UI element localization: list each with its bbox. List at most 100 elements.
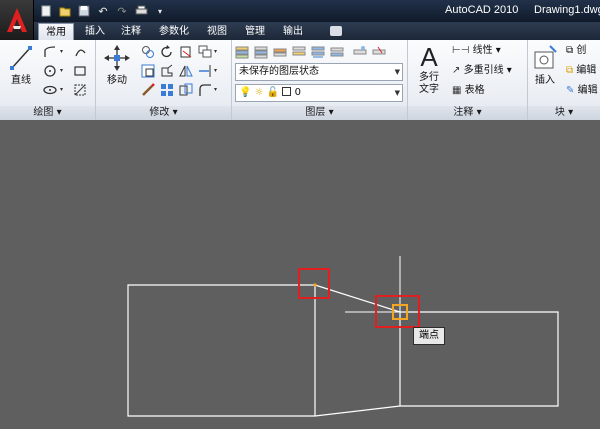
linear-dimension-button[interactable]: ⊢⊣ 线性 ▾	[452, 44, 501, 58]
table-button[interactable]: ▦ 表格	[452, 84, 485, 98]
application-menu-button[interactable]	[0, 0, 34, 40]
table-label: 表格	[464, 85, 485, 96]
autocad-logo-icon	[7, 8, 27, 32]
fillet-icon[interactable]	[197, 82, 213, 98]
layer-state-dropdown[interactable]: 未保存的图层状态 ▼	[235, 63, 403, 81]
tab-annotate[interactable]: 注释	[114, 23, 148, 40]
create-block-icon: ⧉	[566, 45, 574, 56]
edit-block-button[interactable]: ⧉ 编辑	[566, 64, 596, 78]
hatch-icon[interactable]	[72, 82, 88, 98]
layer-off-icon[interactable]	[371, 44, 387, 60]
multileader-button[interactable]: ↗ 多重引线 ▾	[452, 64, 512, 78]
layer-properties-icon[interactable]	[234, 44, 250, 60]
offset-icon[interactable]	[178, 82, 194, 98]
undo-icon[interactable]: ↶	[95, 3, 111, 19]
insert-block-icon	[534, 45, 557, 69]
new-icon[interactable]	[38, 3, 54, 19]
edit-block-icon: ⧉	[566, 65, 574, 76]
copy-clip-icon[interactable]	[197, 44, 213, 60]
chevron-down-icon: ▼	[394, 89, 400, 97]
layer-previous-icon[interactable]	[253, 44, 269, 60]
extend-icon[interactable]	[197, 63, 213, 79]
copy-icon[interactable]	[140, 44, 156, 60]
panel-annotation: A 多行 文字 ⊢⊣ 线性 ▾ ↗ 多重引线 ▾ ▦ 表格 注释 ▾	[408, 40, 528, 120]
ribbon-minimize-icon[interactable]	[330, 26, 342, 36]
insert-block-button[interactable]: 插入	[530, 44, 560, 87]
trim-icon[interactable]	[178, 44, 194, 60]
move-button[interactable]: 移动	[102, 44, 132, 87]
ellipse-dropdown-icon[interactable]: ▾	[60, 86, 63, 93]
line-icon	[10, 46, 32, 70]
panel-draw: 直线 ▾ ▾ ▾ 绘图 ▾	[0, 40, 96, 120]
line-button[interactable]: 直线	[6, 44, 36, 87]
layer-isolate-icon[interactable]	[272, 44, 288, 60]
edit-attributes-button[interactable]: ✎ 编辑	[566, 84, 598, 98]
panel-title-draw[interactable]: 绘图 ▾	[0, 106, 95, 120]
tab-home[interactable]: 常用	[38, 23, 74, 40]
erase-icon[interactable]	[140, 82, 156, 98]
layer-change-icon[interactable]	[329, 44, 345, 60]
panel-title-modify[interactable]: 修改 ▾	[96, 106, 231, 120]
layer-unisolate-icon[interactable]	[291, 44, 307, 60]
layer-color-swatch	[282, 87, 292, 96]
arc-icon[interactable]	[72, 44, 88, 60]
layer-match-icon[interactable]	[310, 44, 326, 60]
edit-attributes-label: 编辑	[577, 85, 598, 96]
lightbulb-icon: 💡	[239, 87, 252, 98]
tab-manage[interactable]: 管理	[238, 23, 272, 40]
block-panel-title: 块	[554, 107, 565, 118]
polyline-icon[interactable]	[42, 44, 58, 60]
mtext-button[interactable]: A 多行 文字	[412, 42, 446, 96]
layer-freeze-icon[interactable]	[352, 44, 368, 60]
tab-insert[interactable]: 插入	[78, 23, 112, 40]
redo-icon[interactable]: ↷	[114, 3, 130, 19]
multileader-label: 多重引线	[463, 65, 504, 76]
title-bar: ↶ ↷ ▾ AutoCAD 2010 Drawing1.dwg	[0, 0, 600, 22]
plot-icon[interactable]	[133, 3, 149, 19]
polyline-dropdown-icon[interactable]: ▾	[60, 48, 63, 55]
mtext-icon: A	[420, 42, 438, 72]
scale-icon[interactable]	[159, 63, 175, 79]
chevron-down-icon: ▼	[394, 68, 400, 76]
circle-dropdown-icon[interactable]: ▾	[60, 67, 63, 74]
insert-label: 插入	[535, 75, 555, 86]
quick-access-toolbar: ↶ ↷ ▾	[38, 3, 168, 19]
stretch-icon[interactable]	[140, 63, 156, 79]
panel-title-annotation[interactable]: 注释 ▾	[408, 106, 527, 120]
ellipse-icon[interactable]	[42, 82, 58, 98]
tab-view[interactable]: 视图	[200, 23, 234, 40]
save-icon[interactable]	[76, 3, 92, 19]
ribbon: 直线 ▾ ▾ ▾ 绘图 ▾ 移动 ▾ ▾ ▾ 修改 ▾ 未保存的图层状态 ▼ 💡…	[0, 40, 600, 120]
drawing-canvas[interactable]	[0, 121, 600, 429]
ribbon-tabs: 常用 插入 注释 参数化 视图 管理 输出	[34, 22, 600, 40]
extend-dropdown-icon[interactable]: ▾	[214, 67, 217, 74]
rotate-icon[interactable]	[159, 44, 175, 60]
array-icon[interactable]	[159, 82, 175, 98]
create-block-button[interactable]: ⧉ 创	[566, 44, 586, 58]
panel-layers: 未保存的图层状态 ▼ 💡 ☼ 🔓 0 ▼ 图层 ▾	[232, 40, 408, 120]
draw-panel-title: 绘图	[33, 107, 54, 118]
current-layer-dropdown[interactable]: 💡 ☼ 🔓 0 ▼	[235, 84, 403, 102]
mirror-icon[interactable]	[178, 63, 194, 79]
modify-dropdown-icon[interactable]: ▾	[214, 48, 217, 55]
edit-attributes-icon: ✎	[566, 85, 575, 96]
tab-output[interactable]: 输出	[276, 23, 310, 40]
tab-parametric[interactable]: 参数化	[152, 23, 196, 40]
mtext-label-line1: 多行	[419, 72, 439, 83]
circle-icon[interactable]	[42, 63, 58, 79]
open-icon[interactable]	[57, 3, 73, 19]
document-title: Drawing1.dwg	[534, 4, 600, 16]
panel-title-block[interactable]: 块 ▾	[528, 106, 600, 120]
fillet-dropdown-icon[interactable]: ▾	[214, 86, 217, 93]
app-title: AutoCAD 2010	[445, 4, 519, 16]
panel-title-layers[interactable]: 图层 ▾	[232, 106, 407, 120]
dropdown-icon[interactable]: ▾	[152, 3, 168, 19]
current-layer-value: 0	[294, 87, 301, 98]
lock-icon: 🔓	[266, 87, 280, 98]
sun-icon: ☼	[254, 87, 264, 98]
osnap-tooltip: 端点	[413, 327, 445, 345]
layers-panel-title: 图层	[305, 107, 326, 118]
rectangle-icon[interactable]	[72, 63, 88, 79]
panel-block: 插入 ⧉ 创 ⧉ 编辑 ✎ 编辑 块 ▾	[528, 40, 600, 120]
mtext-label-line2: 文字	[419, 84, 439, 95]
